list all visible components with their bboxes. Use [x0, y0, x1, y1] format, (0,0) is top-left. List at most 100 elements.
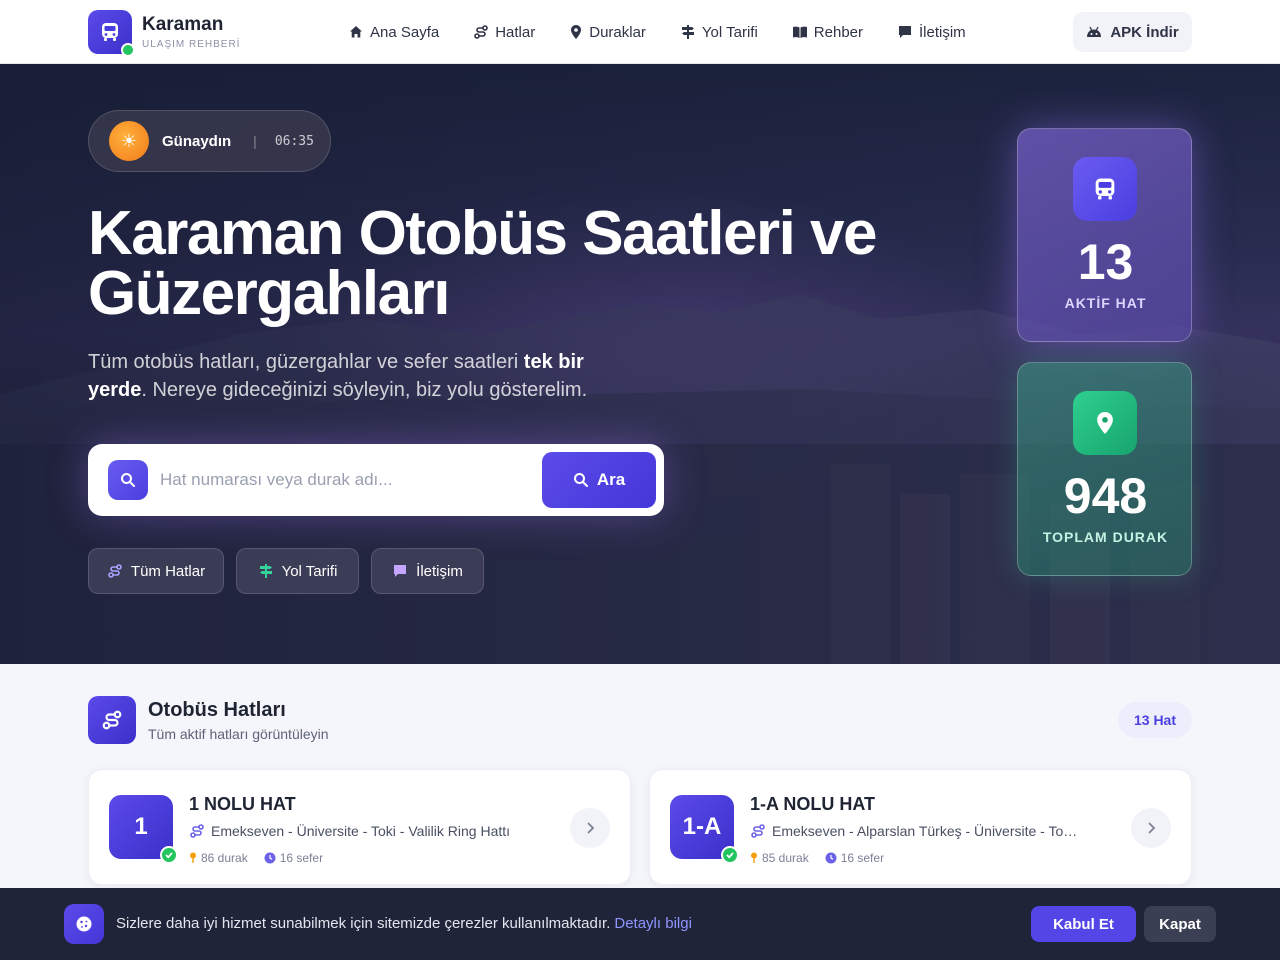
nav-item-label: İletişim [919, 23, 966, 41]
stat-label: TOPLAM DURAK [1042, 529, 1169, 545]
nav-item-label: Hatlar [495, 23, 536, 41]
greeting-pill: ☀ Günaydın | 06:35 [88, 110, 331, 172]
route-icon [108, 564, 122, 578]
cookie-details-link[interactable]: Detaylı bilgi [614, 915, 692, 932]
brand[interactable]: Karaman ULAŞIM REHBERİ [88, 10, 241, 57]
book-icon [792, 26, 807, 38]
stop-pin-icon [751, 852, 757, 863]
navbar: Karaman ULAŞIM REHBERİ Ana Sayfa Hatlar … [0, 0, 1280, 64]
line-route-text: Emekseven - Alparslan Türkeş - Üniversit… [772, 823, 1080, 839]
bus-icon [102, 23, 118, 41]
chevron-right-icon[interactable] [1131, 808, 1171, 848]
hero-section: ☀ Günaydın | 06:35 Karaman Otobüs Saatle… [0, 64, 1280, 664]
line-number: 1-A [682, 813, 722, 840]
search-icon [573, 473, 588, 487]
greeting-separator: | [253, 133, 257, 149]
cookie-text: Sizlere daha iyi hizmet sunabilmek için … [116, 915, 692, 932]
route-icon [190, 824, 204, 838]
brand-logo [88, 10, 135, 57]
line-number: 1 [134, 813, 148, 840]
line-title: 1-A NOLU HAT [750, 794, 875, 814]
map-pin-icon [1073, 391, 1137, 455]
map-pin-icon [571, 25, 582, 39]
route-icon [751, 824, 765, 838]
check-icon [721, 846, 739, 864]
line-stops: 85 durak [762, 851, 809, 865]
signpost-icon [681, 25, 694, 39]
section-title: Otobüs Hatları [148, 698, 286, 721]
sun-icon: ☀ [109, 121, 149, 161]
apk-download-button[interactable]: APK İndir [1073, 12, 1192, 52]
apk-download-label: APK İndir [1110, 23, 1179, 41]
search-icon [108, 460, 148, 500]
nav-item-contact[interactable]: İletişim [897, 24, 966, 41]
nav-item-label: Rehber [813, 23, 863, 41]
nav-item-label: Ana Sayfa [370, 23, 440, 41]
clock-icon [264, 852, 276, 864]
hero-desc-part1: Tüm otobüs hatları, güzergahlar ve sefer… [88, 351, 524, 373]
clock-icon [825, 852, 837, 864]
section-subtitle: Tüm aktif hatları görüntüleyin [148, 725, 329, 742]
nav-item-directions[interactable]: Yol Tarifi [680, 24, 758, 41]
stop-pin-icon [190, 852, 196, 863]
quick-link-all-lines[interactable]: Tüm Hatlar [88, 548, 224, 594]
quick-link-directions[interactable]: Yol Tarifi [236, 548, 359, 594]
cookie-message: Sizlere daha iyi hizmet sunabilmek için … [116, 915, 611, 932]
stat-card-total-stops: 948 TOPLAM DURAK [1017, 362, 1192, 576]
android-icon [1087, 26, 1102, 37]
line-trips: 16 sefer [279, 851, 324, 865]
lines-section-header: Otobüs Hatları Tüm aktif hatları görüntü… [88, 696, 329, 744]
nav-item-label: Duraklar [589, 23, 646, 41]
brand-title: Karaman [142, 14, 224, 35]
search-bar: Ara [88, 444, 664, 516]
line-route-text: Emekseven - Üniversite - Toki - Valilik … [211, 823, 511, 839]
nav-links: Ana Sayfa Hatlar Duraklar Yol Tarifi Reh… [348, 0, 1000, 64]
nav-item-guide[interactable]: Rehber [792, 24, 863, 41]
chat-icon [394, 565, 407, 577]
greeting-time: 06:35 [274, 133, 314, 149]
nav-item-home[interactable]: Ana Sayfa [348, 24, 439, 41]
cookie-close-button[interactable]: Kapat [1144, 906, 1216, 942]
stat-label: AKTİF HAT [1064, 295, 1147, 311]
home-icon [350, 26, 362, 38]
quick-link-label: Yol Tarifi [281, 562, 338, 580]
line-meta: 85 durak 16 sefer [750, 851, 900, 865]
nav-item-label: Yol Tarifi [701, 23, 758, 41]
line-card[interactable]: 1 1 NOLU HAT Emekseven - Üniversite - To… [88, 769, 631, 885]
line-title: 1 NOLU HAT [189, 794, 296, 814]
route-icon [474, 25, 489, 39]
quick-link-label: İletişim [416, 562, 463, 580]
hero-description: Tüm otobüs hatları, güzergahlar ve sefer… [88, 348, 648, 404]
route-icon [88, 696, 136, 744]
search-button-label: Ara [596, 470, 626, 489]
line-stops: 86 durak [201, 851, 248, 865]
hero-title: Karaman Otobüs Saatleri ve Güzergahları [88, 199, 877, 328]
signpost-icon [259, 564, 272, 578]
nav-item-stops[interactable]: Duraklar [569, 24, 646, 41]
online-status-dot [121, 43, 135, 57]
line-route: Emekseven - Üniversite - Toki - Valilik … [189, 823, 519, 839]
line-number-badge: 1 [109, 795, 178, 864]
stat-value: 948 [1063, 468, 1148, 524]
greeting-text: Günaydın [162, 132, 232, 150]
chevron-right-icon[interactable] [570, 808, 610, 848]
line-route: Emekseven - Alparslan Türkeş - Üniversit… [750, 823, 1080, 839]
line-number-badge: 1-A [670, 795, 739, 864]
cookie-banner: Sizlere daha iyi hizmet sunabilmek için … [0, 888, 1280, 960]
hero-desc-part2: . Nereye gideceğinizi söyleyin, biz yolu… [141, 379, 588, 401]
brand-subtitle: ULAŞIM REHBERİ [142, 39, 241, 50]
search-button[interactable]: Ara [542, 452, 656, 508]
quick-link-contact[interactable]: İletişim [371, 548, 484, 594]
cookie-icon [64, 904, 104, 944]
chat-icon [899, 26, 911, 38]
line-trips: 16 sefer [840, 851, 885, 865]
cookie-accept-button[interactable]: Kabul Et [1031, 906, 1136, 942]
line-meta: 86 durak 16 sefer [189, 851, 339, 865]
stat-card-active-lines: 13 AKTİF HAT [1017, 128, 1192, 342]
quick-link-label: Tüm Hatlar [130, 562, 206, 580]
lines-count-badge: 13 Hat [1118, 702, 1192, 738]
bus-icon [1073, 157, 1137, 221]
search-input[interactable] [160, 464, 530, 496]
nav-item-lines[interactable]: Hatlar [473, 24, 535, 41]
line-card[interactable]: 1-A 1-A NOLU HAT Emekseven - Alparslan T… [649, 769, 1192, 885]
